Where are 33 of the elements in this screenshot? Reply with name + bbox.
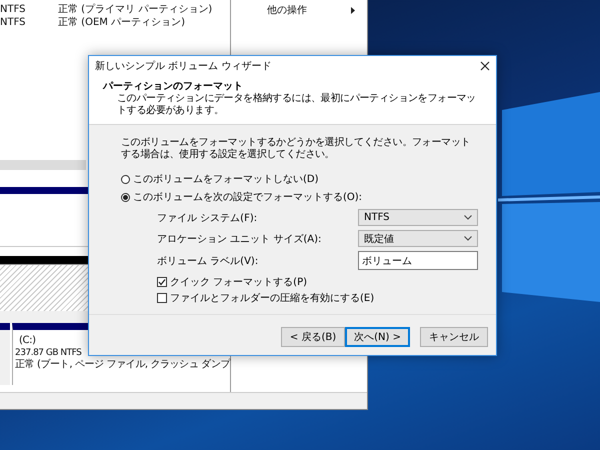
wizard-button[interactable]: キャンセル bbox=[420, 327, 488, 347]
checkbox[interactable] bbox=[157, 277, 167, 287]
partition-size: 237.87 GB NTFS bbox=[15, 347, 82, 358]
table-cell: 正常 (プライマリ パーティション) bbox=[58, 3, 212, 16]
partition-name: (C:) bbox=[18, 335, 37, 347]
checkbox-option[interactable]: クイック フォーマットする(P) bbox=[157, 274, 478, 290]
checkbox[interactable] bbox=[157, 293, 167, 303]
field-label: アロケーション ユニット サイズ(A): bbox=[157, 232, 322, 246]
field-label: ボリューム ラベル(V): bbox=[157, 254, 260, 268]
table-cell-text: NTFS bbox=[0, 16, 27, 29]
instruction-text: このボリュームをフォーマットするかどうかを選択してください。フォーマットする場合は、使用する設定を選択してください。 bbox=[121, 137, 472, 161]
checkbox-option[interactable]: ファイルとフォルダーの圧縮を有効にする(E) bbox=[157, 290, 478, 306]
close-icon[interactable] bbox=[480, 61, 490, 71]
wizard-button[interactable]: < 戻る(B) bbox=[280, 327, 346, 347]
radio-icon[interactable] bbox=[121, 174, 130, 184]
chevron-icon bbox=[464, 236, 472, 241]
radio-icon[interactable] bbox=[121, 192, 130, 202]
table-cell-text: NTFS bbox=[0, 3, 27, 16]
radio-option[interactable]: このボリュームをフォーマットしない(D) bbox=[121, 170, 478, 188]
window-title: 新しいシンプル ボリューム ウィザード bbox=[95, 60, 272, 73]
input-field[interactable]: ボリューム bbox=[358, 251, 478, 270]
field-label: ファイル システム(F): bbox=[157, 212, 258, 224]
page-subtitle: このパーティションにデータを格納するには、最初にパーティションをフォーマットする必要があります。 bbox=[116, 93, 477, 117]
radio-option[interactable]: このボリュームを次の設定でフォーマットする(O): bbox=[121, 188, 478, 206]
table-cell: 正常 (OEM パーティション) bbox=[58, 16, 185, 29]
partition-status: 正常 (ブート, ページ ファイル, クラッシュ ダンプ bbox=[15, 359, 230, 371]
chevron-icon bbox=[464, 215, 472, 220]
dropdown[interactable]: NTFS bbox=[358, 209, 478, 226]
wizard-button[interactable]: 次へ(N) > bbox=[345, 327, 410, 347]
page-title: パーティションのフォーマット bbox=[103, 80, 244, 93]
action-item[interactable]: 他の操作 bbox=[267, 3, 367, 17]
dropdown[interactable]: 既定値 bbox=[358, 230, 478, 247]
scrollbar[interactable] bbox=[0, 160, 86, 170]
